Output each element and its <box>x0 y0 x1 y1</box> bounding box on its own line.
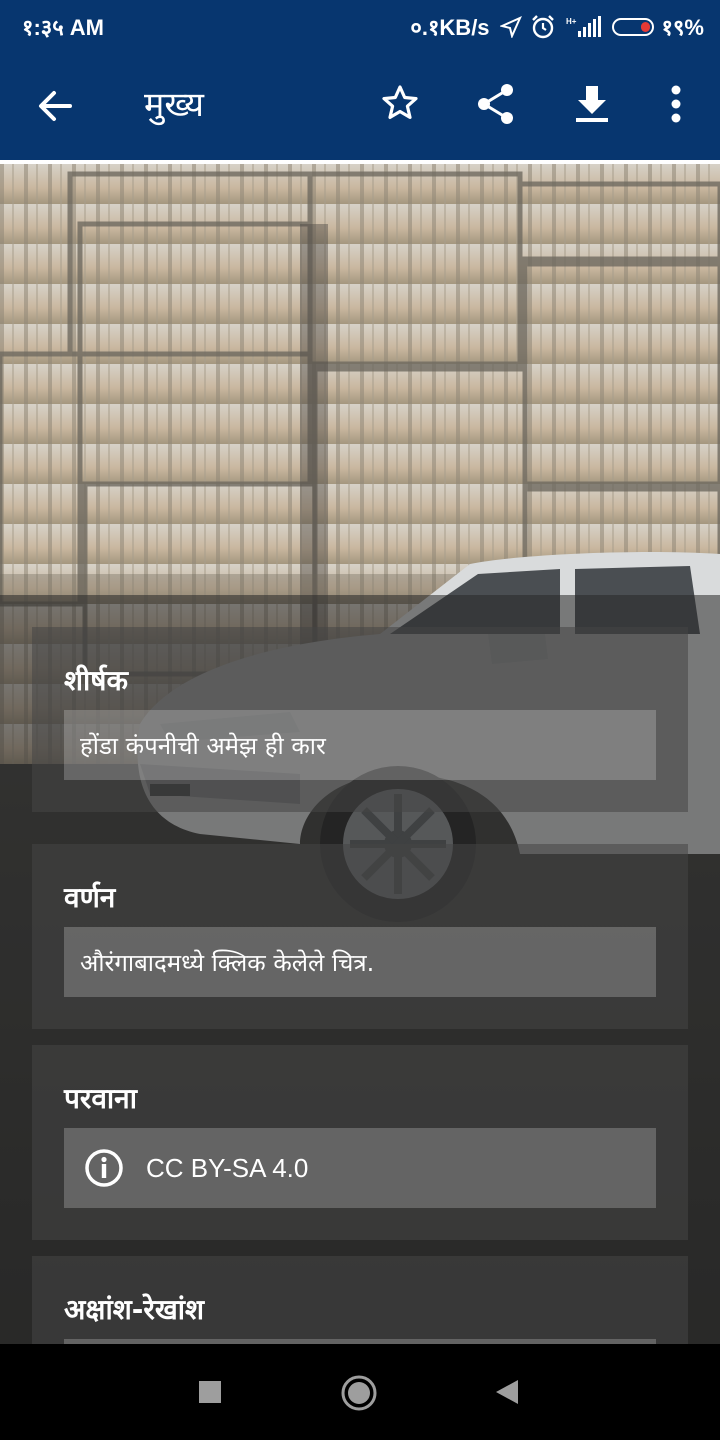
coordinates-label: अक्षांश-रेखांश <box>64 1293 205 1326</box>
location-icon <box>499 16 522 38</box>
license-value: CC BY-SA 4.0 <box>146 1152 309 1183</box>
battery-icon <box>611 18 654 36</box>
status-bar: १:३५ AM ०.१KB/s H+ १९% <box>0 0 720 50</box>
back-arrow-icon[interactable] <box>34 84 78 128</box>
title-card: शीर्षक होंडा कंपनीची अमेझ ही कार <box>32 627 688 812</box>
license-label: परवाना <box>64 1082 137 1115</box>
details-panel: शीर्षक होंडा कंपनीची अमेझ ही कार वर्णन औ… <box>0 595 720 1379</box>
description-label: वर्णन <box>64 881 116 914</box>
network-speed: ०.१KB/s <box>410 15 490 40</box>
status-time: १:३५ AM <box>22 15 104 40</box>
back-triangle-icon[interactable] <box>494 1378 520 1406</box>
recents-square-icon[interactable] <box>198 1380 222 1404</box>
title-label: शीर्षक <box>64 664 128 697</box>
app-bar: मुख्य <box>0 50 720 160</box>
alarm-icon <box>531 15 554 39</box>
description-value: औरंगाबादमध्ये क्लिक केलेले चित्र. <box>80 948 375 977</box>
page-title: मुख्य <box>144 85 204 125</box>
battery-percent: १९% <box>661 15 704 40</box>
download-icon[interactable] <box>572 82 612 126</box>
license-field[interactable]: CC BY-SA 4.0 <box>64 1128 656 1208</box>
home-circle-icon[interactable] <box>340 1374 378 1412</box>
title-field[interactable]: होंडा कंपनीची अमेझ ही कार <box>64 710 656 780</box>
title-value: होंडा कंपनीची अमेझ ही कार <box>80 731 326 760</box>
info-icon <box>85 1149 123 1187</box>
system-nav-bar <box>0 1344 720 1440</box>
star-icon[interactable] <box>380 82 420 126</box>
description-card: वर्णन औरंगाबादमध्ये क्लिक केलेले चित्र. <box>32 844 688 1029</box>
description-field[interactable]: औरंगाबादमध्ये क्लिक केलेले चित्र. <box>64 927 656 997</box>
status-icons: ०.१KB/s H+ १९% <box>410 12 704 42</box>
svg-text:H+: H+ <box>566 17 577 26</box>
signal-icon: H+ <box>566 16 601 37</box>
share-icon[interactable] <box>476 82 516 126</box>
license-card: परवाना CC BY-SA 4.0 <box>32 1045 688 1240</box>
more-vert-icon[interactable] <box>656 82 696 126</box>
